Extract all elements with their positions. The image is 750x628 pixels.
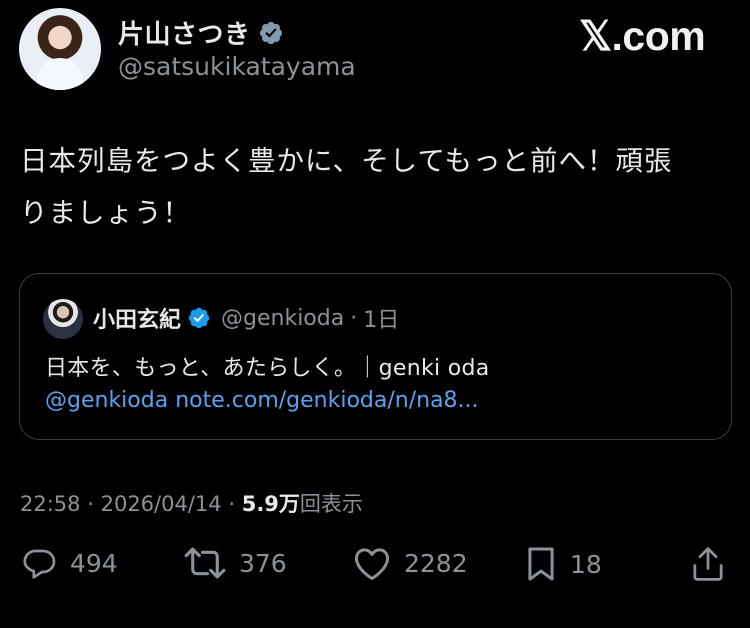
heart-icon bbox=[354, 548, 390, 581]
bookmark-icon bbox=[528, 547, 554, 581]
like-count: 2282 bbox=[404, 548, 468, 578]
author-avatar[interactable] bbox=[19, 8, 101, 90]
quoted-mention-link[interactable]: @genkioda bbox=[45, 388, 168, 413]
quoted-author-avatar bbox=[43, 299, 83, 339]
share-icon bbox=[693, 547, 723, 581]
quoted-tweet-age: 1日 bbox=[363, 308, 400, 333]
quoted-separator: · bbox=[350, 305, 358, 331]
quoted-tweet-card[interactable]: 小田玄紀 @genkioda · 1日 日本を、もっと、あたらしく。｜genki… bbox=[19, 273, 732, 440]
meta-separator-2: · bbox=[228, 492, 236, 516]
views-count: 5.9万 bbox=[241, 492, 300, 516]
tweet-text-line-1: 日本列島をつよく豊かに、そしてもっと前へ！頑張 bbox=[20, 145, 673, 177]
grey-verified-icon bbox=[259, 21, 282, 44]
retweet-button[interactable]: 376 bbox=[183, 545, 287, 581]
quoted-url-link[interactable]: note.com/genkioda/n/na8... bbox=[175, 388, 478, 413]
tweet-action-bar: 494 376 2282 18 bbox=[0, 545, 750, 593]
bookmark-count: 18 bbox=[570, 549, 602, 579]
quoted-tweet-text: 日本を、もっと、あたらしく。｜genki oda bbox=[45, 356, 490, 381]
blue-verified-icon bbox=[188, 307, 210, 329]
tweet-meta: 22:58 · 2026/04/14 · 5.9万回表示 bbox=[20, 488, 363, 518]
meta-separator-1: · bbox=[87, 492, 94, 516]
quoted-tweet-header: 小田玄紀 @genkioda · 1日 bbox=[93, 302, 399, 334]
retweet-count: 376 bbox=[239, 548, 287, 578]
quoted-author-name: 小田玄紀 bbox=[93, 308, 182, 333]
reply-icon bbox=[23, 549, 56, 579]
x-com-logo: 𝕏.com bbox=[579, 13, 706, 59]
quoted-tweet-links: @genkioda note.com/genkioda/n/na8... bbox=[45, 388, 479, 413]
tweet-time[interactable]: 22:58 bbox=[20, 492, 81, 516]
tweet-text-line-2: りましょう！ bbox=[20, 197, 191, 229]
reply-button[interactable]: 494 bbox=[20, 545, 118, 581]
tweet-date[interactable]: 2026/04/14 bbox=[101, 492, 222, 516]
bookmark-button[interactable]: 18 bbox=[524, 545, 602, 583]
author-name-row: 片山さつき bbox=[118, 14, 284, 51]
views-label: 回表示 bbox=[299, 492, 363, 516]
share-button[interactable] bbox=[690, 545, 726, 583]
reply-count: 494 bbox=[70, 548, 118, 578]
like-button[interactable]: 2282 bbox=[352, 545, 468, 581]
quoted-author-handle: @genkioda bbox=[221, 305, 345, 331]
author-display-name[interactable]: 片山さつき bbox=[118, 14, 251, 51]
author-handle[interactable]: @satsukikatayama bbox=[118, 52, 356, 81]
retweet-icon bbox=[184, 547, 226, 579]
tweet-text: 日本列島をつよく豊かに、そしてもっと前へ！頑張 りましょう！ bbox=[20, 135, 720, 239]
